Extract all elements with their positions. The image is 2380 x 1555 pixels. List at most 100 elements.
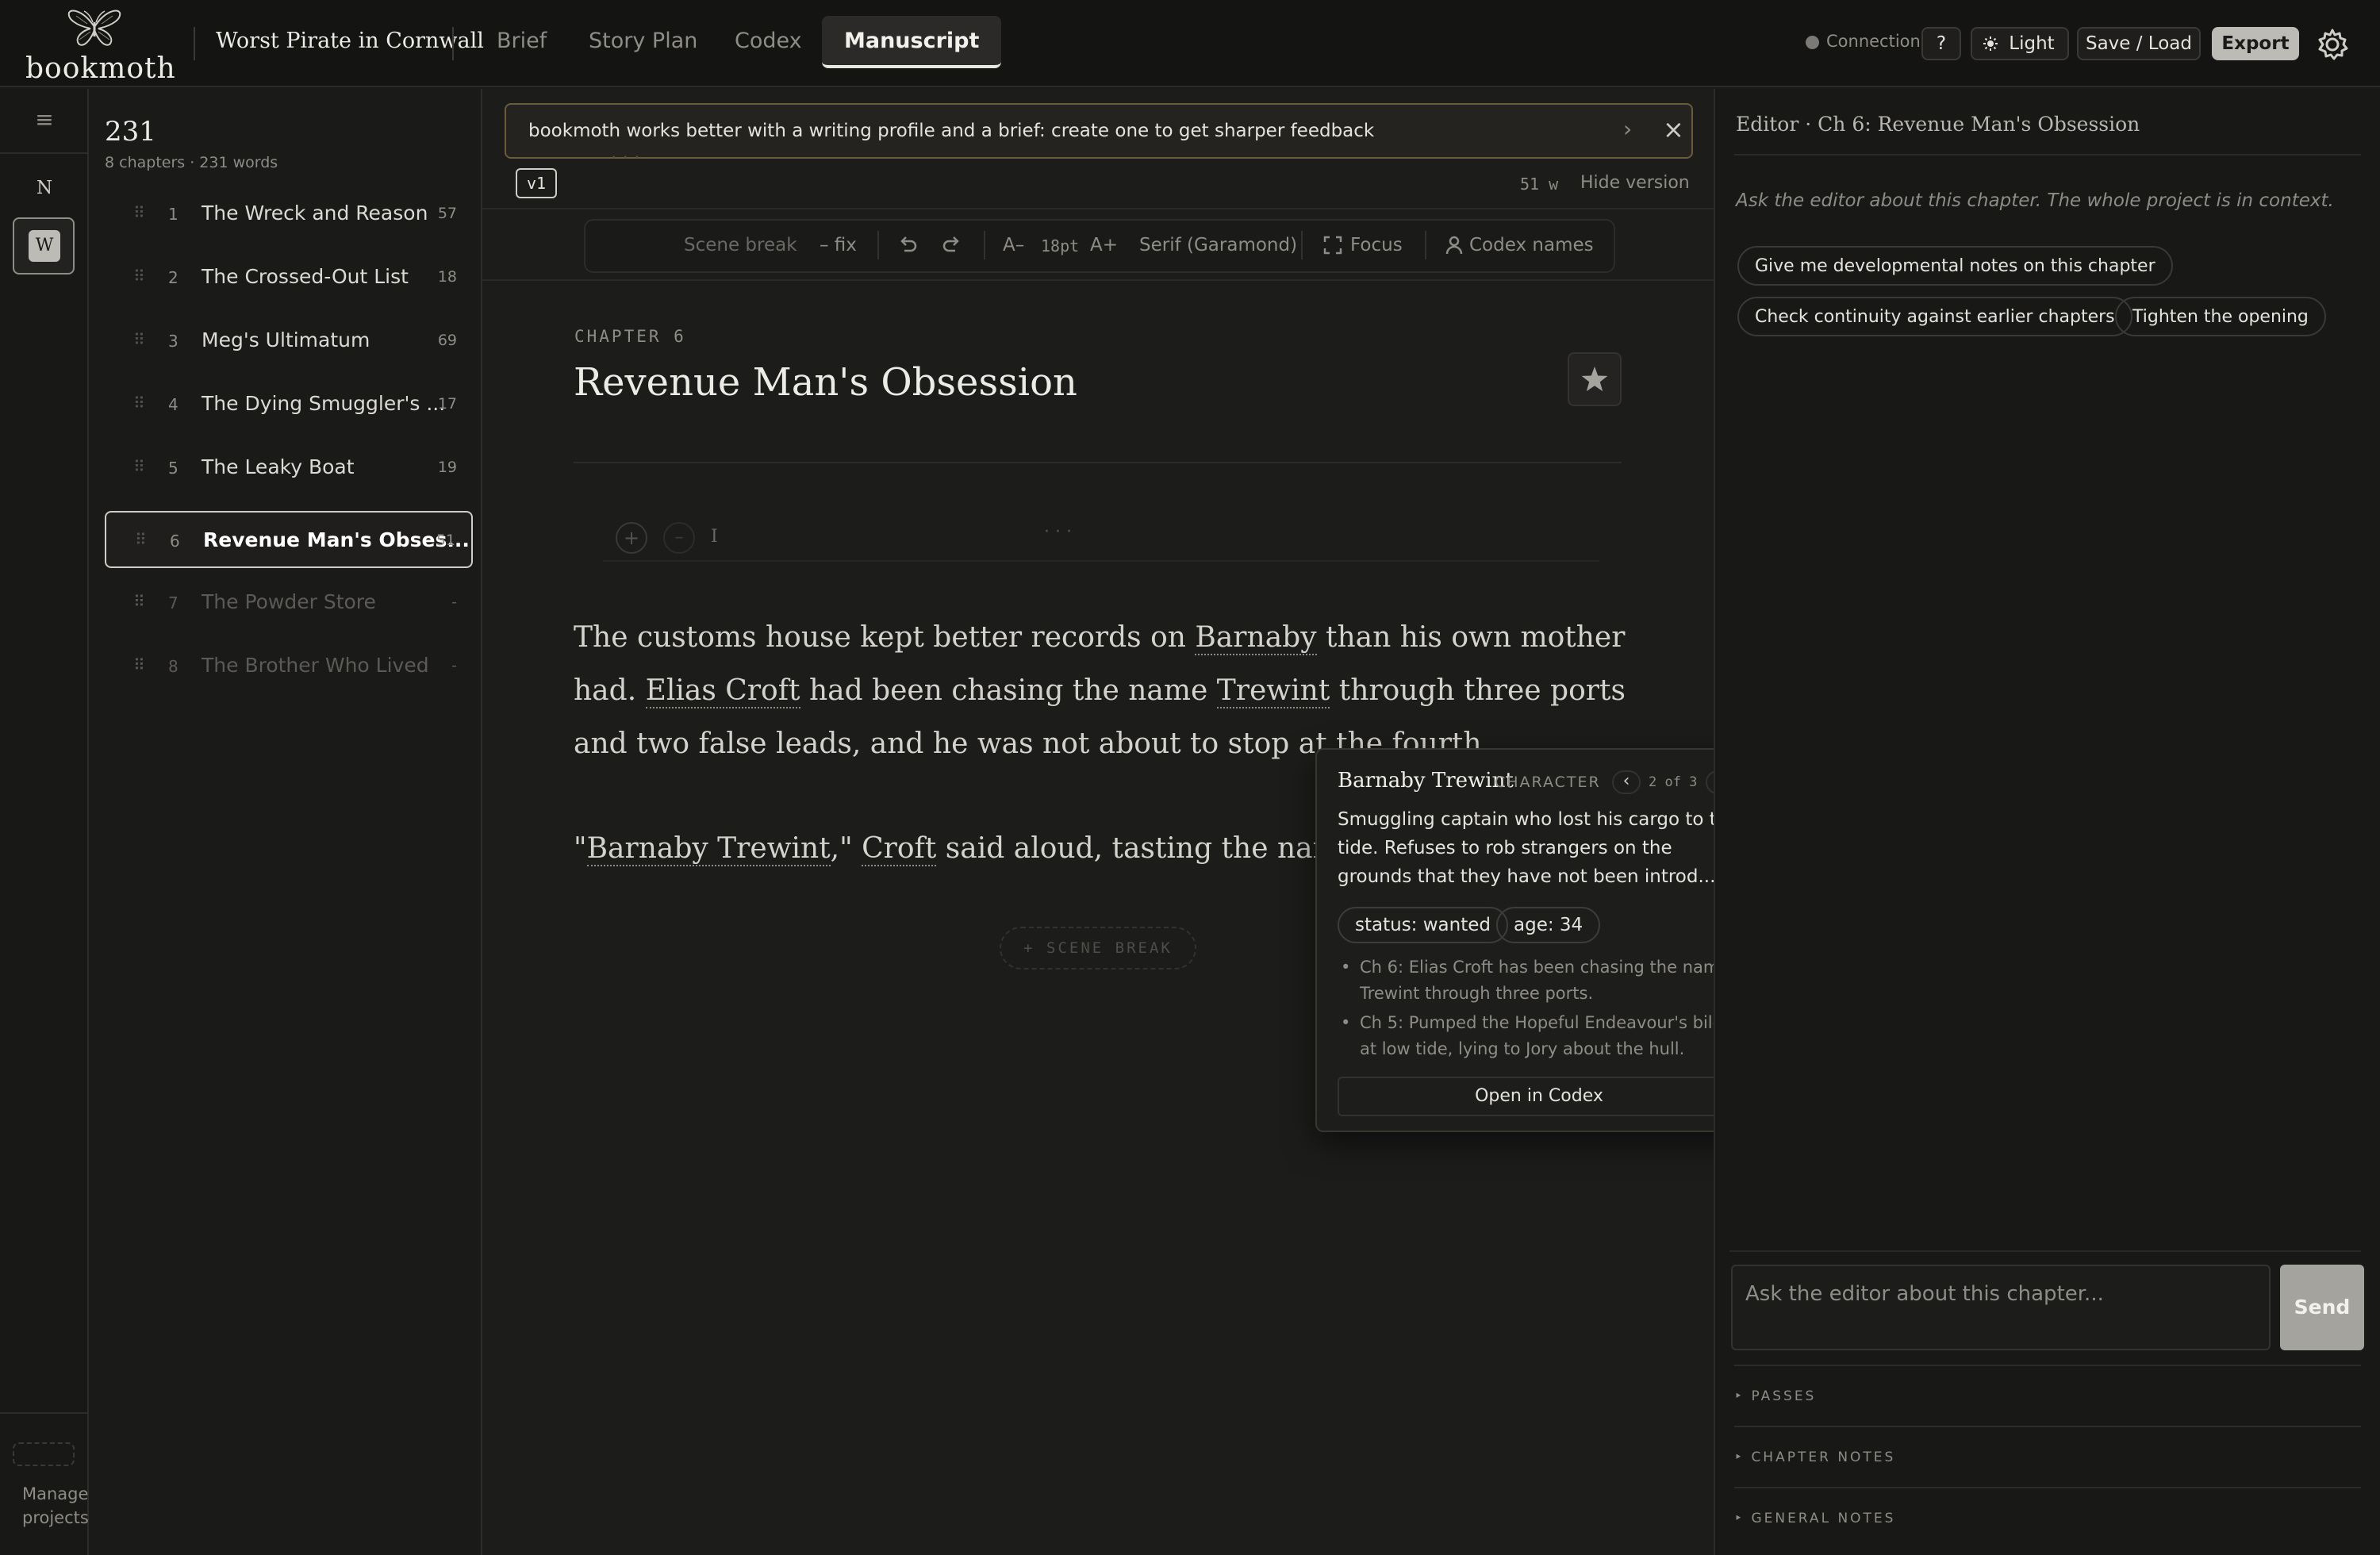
font-size-value: 18pt: [1041, 236, 1080, 255]
chapter-number: 6: [170, 532, 180, 551]
help-button[interactable]: ?: [1921, 27, 1961, 60]
header-divider: [452, 27, 454, 60]
drag-handle-icon[interactable]: ⠿: [135, 530, 147, 549]
codex-name-link[interactable]: Barnaby Trewint: [586, 832, 831, 866]
send-button[interactable]: Send: [2280, 1265, 2364, 1350]
undo-icon[interactable]: [896, 233, 919, 255]
drag-handle-icon[interactable]: ⠿: [133, 203, 145, 222]
focus-icon: [1323, 236, 1342, 255]
toolbar-dots: · · ·: [611, 148, 640, 168]
chapter-title[interactable]: Revenue Man's Obsession: [574, 360, 1077, 405]
connection-label[interactable]: Connection: [1826, 32, 1921, 51]
star-button[interactable]: [1568, 352, 1622, 406]
chapter-list-item[interactable]: ⠿ 6 Revenue Man's Obses... 51: [105, 511, 473, 568]
export-button[interactable]: Export: [2212, 27, 2299, 60]
editor-chat-input[interactable]: Ask the editor about this chapter...: [1731, 1265, 2271, 1350]
italic-button[interactable]: I: [711, 527, 718, 547]
chapter-list-item[interactable]: ⠿ 4 The Dying Smuggler's ... 17: [105, 376, 473, 433]
drag-handle-icon[interactable]: ⠿: [133, 592, 145, 611]
chapter-word-count: 51: [436, 532, 455, 549]
chapter-list-item[interactable]: ⠿ 2 The Crossed-Out List 18: [105, 249, 473, 306]
chapter-word-count: 19: [437, 459, 457, 476]
codex-reference[interactable]: Ch 5: Pumped the Hopeful Endeavour's bil…: [1338, 1010, 1750, 1062]
general-notes-section-toggle[interactable]: ‣ GENERAL NOTES: [1734, 1487, 2361, 1547]
redo-icon[interactable]: [941, 233, 963, 255]
codex-name-link[interactable]: Barnaby: [1195, 621, 1317, 655]
codex-name-link[interactable]: Elias Croft: [645, 674, 800, 708]
chapter-title-label: The Brother Who Lived: [202, 654, 429, 677]
paragraph-1[interactable]: The customs house kept better records on…: [574, 611, 1629, 770]
hide-version-button[interactable]: Hide version: [1580, 173, 1690, 193]
chapter-list-item[interactable]: ⠿ 7 The Powder Store -: [105, 574, 473, 632]
close-icon[interactable]: ×: [1663, 114, 1684, 144]
chapter-word-count: 69: [437, 332, 457, 349]
codex-prev-button[interactable]: ‹: [1612, 770, 1641, 794]
scene-break-tool[interactable]: Scene break: [684, 235, 797, 255]
fix-tool[interactable]: – fix: [820, 235, 857, 255]
font-smaller-button[interactable]: A–: [1003, 235, 1024, 255]
tab-manuscript[interactable]: Manuscript: [822, 16, 1002, 68]
star-icon: [1581, 367, 1608, 392]
project-switch-w[interactable]: W: [13, 217, 75, 275]
drag-handle-icon[interactable]: ⠿: [133, 394, 145, 413]
project-switch-n[interactable]: N: [0, 178, 89, 198]
project-title[interactable]: Worst Pirate in Cornwall: [216, 29, 484, 53]
chapter-list-item[interactable]: ⠿ 1 The Wreck and Reason 57: [105, 186, 473, 243]
chapter-notes-section-label: CHAPTER NOTES: [1751, 1449, 1896, 1465]
codex-pager: 2 of 3: [1649, 774, 1698, 790]
codex-name-link[interactable]: Trewint: [1216, 674, 1330, 708]
new-project-slot[interactable]: [13, 1442, 75, 1466]
sun-icon: [1983, 36, 1998, 51]
version-badge[interactable]: v1: [516, 168, 557, 198]
codex-reference[interactable]: Ch 6: Elias Croft has been chasing the n…: [1338, 954, 1750, 1007]
add-scene-break-button[interactable]: + SCENE BREAK: [1000, 927, 1196, 969]
save-load-button[interactable]: Save / Load: [2077, 27, 2201, 60]
font-larger-button[interactable]: A+: [1090, 235, 1118, 255]
suggestion-check-continuity[interactable]: Check continuity against earlier chapter…: [1737, 297, 2132, 336]
drag-handle-icon[interactable]: ⠿: [133, 267, 145, 286]
app-header: bookmoth Worst Pirate in Cornwall Brief …: [0, 0, 2380, 87]
add-paragraph-button[interactable]: +: [616, 522, 647, 554]
chapter-title-label: Revenue Man's Obses...: [203, 528, 470, 551]
codex-entry-kind: CHARACTER: [1495, 774, 1601, 791]
suggestion-developmental-notes[interactable]: Give me developmental notes on this chap…: [1737, 246, 2173, 286]
manuscript-word-total: 231: [105, 116, 156, 148]
drag-handle-icon[interactable]: ⠿: [133, 457, 145, 476]
chapter-list-item[interactable]: ⠿ 3 Meg's Ultimatum 69: [105, 313, 473, 370]
chapter-kicker: CHAPTER 6: [574, 327, 686, 346]
tab-brief[interactable]: Brief: [474, 16, 569, 68]
chapter-title-label: The Crossed-Out List: [202, 265, 409, 288]
project-rail: ≡ N W Manage projects: [0, 89, 89, 1555]
paragraph-2[interactable]: "Barnaby Trewint," Croft said aloud, tas…: [574, 822, 1327, 875]
tab-codex[interactable]: Codex: [712, 16, 824, 68]
codex-name-link[interactable]: Croft: [862, 832, 937, 866]
app-logo[interactable]: bookmoth: [25, 5, 175, 85]
editor-chat-placeholder: Ask the editor about this chapter...: [1745, 1282, 2104, 1306]
passes-section-toggle[interactable]: ‣ PASSES: [1734, 1365, 2361, 1425]
prose-text: ,": [830, 832, 862, 865]
chapter-number: 8: [168, 657, 178, 676]
theme-toggle-button[interactable]: Light: [1971, 27, 2069, 60]
focus-mode-button[interactable]: Focus: [1350, 235, 1403, 255]
gear-icon[interactable]: [2315, 27, 2350, 62]
toolbar-divider: [1425, 231, 1426, 259]
drag-handle-icon[interactable]: ⠿: [133, 330, 145, 349]
menu-icon[interactable]: ≡: [0, 106, 89, 132]
open-in-codex-button[interactable]: Open in Codex: [1338, 1077, 1741, 1116]
chapter-notes-section-toggle[interactable]: ‣ CHAPTER NOTES: [1734, 1426, 2361, 1486]
drag-handle-icon[interactable]: ⠿: [133, 655, 145, 674]
editor-panel-divider: [1734, 154, 2361, 156]
font-family-select[interactable]: Serif (Garamond): [1139, 235, 1297, 255]
codex-names-toggle[interactable]: Codex names: [1469, 235, 1594, 255]
remove-paragraph-button[interactable]: –: [663, 522, 695, 554]
codex-description: Smuggling captain who lost his cargo to …: [1338, 809, 1740, 887]
manage-projects-link[interactable]: Manage projects: [22, 1482, 89, 1530]
prose-text: ": [574, 832, 587, 865]
profile-banner[interactable]: bookmoth works better with a writing pro…: [505, 103, 1693, 159]
banner-arrow-icon[interactable]: ›: [1623, 116, 1632, 142]
chapter-list-item[interactable]: ⠿ 5 The Leaky Boat 19: [105, 440, 473, 497]
suggestion-tighten-opening[interactable]: Tighten the opening: [2115, 297, 2326, 336]
toolbar-divider: [984, 231, 985, 259]
chapter-list-item[interactable]: ⠿ 8 The Brother Who Lived -: [105, 638, 473, 695]
tab-story-plan[interactable]: Story Plan: [566, 16, 720, 68]
